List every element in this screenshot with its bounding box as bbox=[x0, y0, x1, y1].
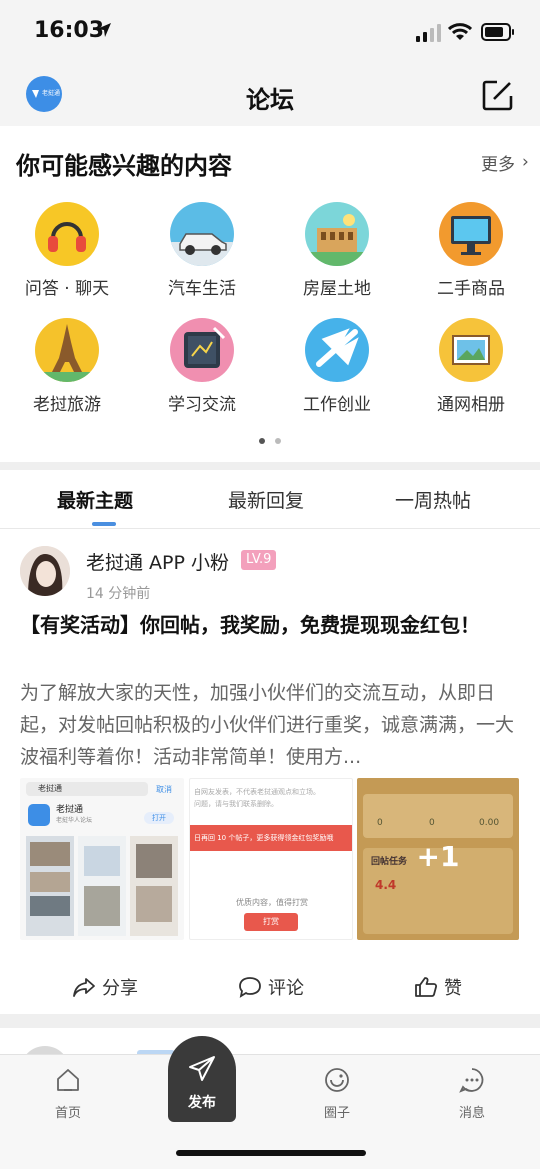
category-second-hand[interactable]: 二手商品 bbox=[412, 202, 530, 299]
category-qa-chat[interactable]: 问答 · 聊天 bbox=[8, 202, 126, 299]
stats-card: 0 0 0.00 bbox=[363, 794, 513, 838]
category-work-startup[interactable]: 工作创业 bbox=[278, 318, 396, 415]
nav-home[interactable]: 首页 bbox=[28, 1066, 108, 1121]
post-excerpt[interactable]: 为了解放大家的天性，加强小伙伴们的交流互动，从即日起，对发帖回帖积极的小伙伴们进… bbox=[20, 677, 522, 773]
more-link[interactable]: 更多 bbox=[481, 150, 515, 175]
category-label: 工作创业 bbox=[303, 395, 371, 415]
wifi-icon bbox=[448, 23, 472, 40]
monitor-icon bbox=[439, 202, 503, 266]
more-images-count[interactable]: +1 bbox=[357, 840, 519, 873]
category-car-life[interactable]: 汽车生活 bbox=[143, 202, 261, 299]
location-arrow-icon bbox=[97, 23, 111, 37]
circle-icon bbox=[325, 1068, 349, 1092]
comment-button[interactable]: 评论 bbox=[238, 974, 304, 1000]
reward-text: 优质内容，值得打赏 bbox=[236, 898, 308, 907]
share-button[interactable]: 分享 bbox=[72, 974, 138, 1000]
cancel-link: 取消 bbox=[156, 785, 172, 794]
post-image-2[interactable]: 自网友发表，不代表老挝通观点和立场。 问题，请与我们联系删除。 日再回 10 个… bbox=[189, 778, 353, 940]
share-label: 分享 bbox=[102, 978, 138, 999]
airplane-icon bbox=[305, 318, 369, 382]
nav-home-label: 首页 bbox=[54, 1106, 81, 1121]
tower-icon bbox=[35, 318, 99, 382]
promo-banner: 日再回 10 个帖子，更多获得领金红包奖励哦 bbox=[190, 825, 352, 851]
category-label: 房屋土地 bbox=[303, 279, 371, 299]
category-label: 学习交流 bbox=[168, 395, 236, 415]
publish-label: 发布 bbox=[188, 1095, 216, 1111]
headphones-icon bbox=[35, 202, 99, 266]
nav-circle-label: 圈子 bbox=[323, 1106, 350, 1121]
nav-circle[interactable]: 圈子 bbox=[297, 1066, 377, 1121]
interest-title: 你可能感兴趣的内容 bbox=[16, 152, 232, 180]
post-image-1[interactable]: 老挝通 取消 老挝通 老挝华人论坛 打开 bbox=[20, 778, 184, 940]
app-name: 老挝通 bbox=[56, 805, 84, 815]
post-author[interactable]: 老挝通 APP 小粉 bbox=[86, 548, 229, 575]
post-title[interactable]: 【有奖活动】你回帖，我奖励，免费提现现金红包！ bbox=[20, 609, 524, 641]
category-laos-travel[interactable]: 老挝旅游 bbox=[8, 318, 126, 415]
avatar[interactable] bbox=[20, 546, 70, 596]
notice-text: 自网友发表，不代表老挝通观点和立场。 bbox=[194, 788, 320, 796]
share-icon bbox=[73, 978, 95, 997]
page-title: 论坛 bbox=[246, 86, 294, 114]
search-input: 老挝通 bbox=[26, 782, 148, 796]
tab-active-indicator bbox=[92, 522, 116, 526]
category-study[interactable]: 学习交流 bbox=[143, 318, 261, 415]
tablet-icon bbox=[170, 318, 234, 382]
message-icon bbox=[459, 1068, 484, 1093]
category-label: 通网相册 bbox=[437, 395, 505, 415]
like-button[interactable]: 赞 bbox=[414, 974, 462, 1000]
status-time: 16:03 bbox=[34, 18, 105, 43]
building-icon bbox=[305, 202, 369, 266]
tab-latest-replies[interactable]: 最新回复 bbox=[228, 486, 304, 513]
divider bbox=[0, 528, 540, 529]
category-house-land[interactable]: 房屋土地 bbox=[278, 202, 396, 299]
reward-button: 打赏 bbox=[244, 913, 298, 931]
like-label: 赞 bbox=[444, 978, 462, 999]
home-indicator bbox=[176, 1150, 366, 1156]
tab-weekly-hot[interactable]: 一周热帖 bbox=[395, 486, 471, 513]
paper-plane-icon bbox=[189, 1056, 215, 1081]
stat-value: 0 bbox=[377, 818, 383, 828]
compose-icon[interactable] bbox=[481, 78, 515, 112]
notice-text: 问题，请与我们联系删除。 bbox=[194, 800, 278, 808]
divider bbox=[0, 1014, 540, 1028]
car-icon bbox=[170, 202, 234, 266]
photo-album-icon bbox=[439, 318, 503, 382]
chevron-right-icon[interactable]: › bbox=[522, 152, 529, 172]
comment-label: 评论 bbox=[268, 978, 304, 999]
home-icon bbox=[57, 1069, 79, 1091]
open-button: 打开 bbox=[144, 812, 174, 824]
battery-icon bbox=[481, 23, 514, 41]
page-indicator-dot-active bbox=[259, 438, 265, 444]
comment-icon bbox=[239, 977, 261, 998]
category-label: 老挝旅游 bbox=[33, 395, 101, 415]
cellular-signal-icon bbox=[416, 24, 441, 42]
tab-latest-topics[interactable]: 最新主题 bbox=[57, 486, 133, 513]
task-score: 4.4 bbox=[375, 878, 397, 892]
nav-messages[interactable]: 消息 bbox=[432, 1066, 512, 1121]
screenshot-preview bbox=[26, 836, 74, 936]
thumbs-up-icon bbox=[415, 977, 438, 997]
publish-button[interactable]: 发布 bbox=[168, 1036, 236, 1122]
category-label: 问答 · 聊天 bbox=[24, 279, 110, 299]
stat-value: 0.00 bbox=[479, 818, 500, 828]
category-photo-album[interactable]: 通网相册 bbox=[412, 318, 530, 415]
app-icon bbox=[28, 804, 50, 826]
level-badge: LV.9 bbox=[241, 550, 277, 570]
divider bbox=[0, 462, 540, 470]
screenshot-preview bbox=[130, 836, 178, 936]
category-label: 汽车生活 bbox=[168, 279, 236, 299]
app-subtitle: 老挝华人论坛 bbox=[56, 817, 93, 824]
nav-messages-label: 消息 bbox=[458, 1106, 485, 1121]
screenshot-preview bbox=[78, 836, 126, 936]
stat-value: 0 bbox=[429, 818, 435, 828]
post-time: 14 分钟前 bbox=[86, 586, 151, 602]
page-indicator-dot bbox=[275, 438, 281, 444]
category-label: 二手商品 bbox=[437, 279, 505, 299]
